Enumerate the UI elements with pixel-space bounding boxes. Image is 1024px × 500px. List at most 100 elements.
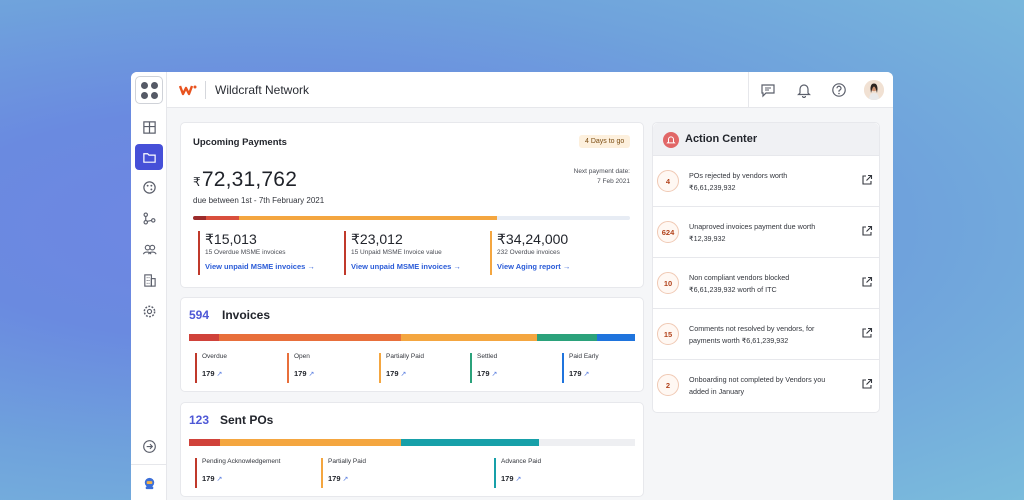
external-link-icon[interactable]: ↗: [217, 371, 223, 378]
stat-unpaid-msme: ₹23,012 15 Unpaid MSME Invoice value Vie…: [344, 231, 461, 275]
days-to-go-badge: 4 Days to go: [579, 135, 631, 148]
external-link-icon[interactable]: [861, 174, 873, 186]
external-link-icon[interactable]: [861, 225, 873, 237]
legend-item[interactable]: Overdue 179 ↗: [195, 353, 227, 383]
legend-label: Pending Acknowledgement: [202, 458, 281, 465]
external-link-icon[interactable]: ↗: [516, 476, 522, 483]
legend-value: 179 ↗: [294, 369, 315, 378]
upcoming-progress-bar: [193, 216, 630, 220]
chat-icon[interactable]: [760, 82, 776, 98]
workflow-icon[interactable]: [135, 205, 163, 231]
action-item[interactable]: 4 POs rejected by vendors worth ₹6,61,239,…: [653, 156, 879, 207]
pos-count: 123: [189, 413, 210, 427]
legend-line: [195, 458, 197, 488]
stat-amount: ₹15,013: [205, 231, 257, 247]
invoices-title: Invoices: [222, 308, 271, 322]
legend-item[interactable]: Partially Paid 179 ↗: [321, 458, 366, 488]
bot-icon[interactable]: [135, 470, 163, 496]
bar-segment: [596, 334, 635, 341]
external-link-icon[interactable]: [861, 276, 873, 288]
external-link-icon[interactable]: ↗: [343, 476, 349, 483]
legend-line: [562, 353, 564, 383]
legend-label: Paid Early: [569, 353, 599, 360]
next-payment-label: Next payment date:: [573, 168, 630, 175]
invoices-status-bar: [189, 334, 635, 341]
view-unpaid-msme-link-2[interactable]: View unpaid MSME invoices →: [351, 262, 461, 271]
apps-grid-icon[interactable]: [135, 76, 163, 104]
avatar[interactable]: [864, 80, 884, 100]
legend-value: 179 ↗: [477, 369, 498, 378]
legend-item[interactable]: Advance Paid 179 ↗: [494, 458, 541, 488]
external-link-icon[interactable]: ↗: [217, 476, 223, 483]
stat-desc: 15 Unpaid MSME Invoice value: [351, 249, 442, 256]
brand-separator: [205, 81, 206, 99]
bar-segment: [401, 334, 538, 341]
stat-amount: ₹34,24,000: [497, 231, 569, 247]
action-count-badge: 2: [657, 374, 679, 396]
action-item[interactable]: 10 Non compliant vendors blocked ₹6,61,239…: [653, 258, 879, 309]
view-unpaid-msme-link[interactable]: View unpaid MSME invoices →: [205, 262, 315, 271]
folder-icon[interactable]: [135, 144, 163, 170]
upcoming-amount: ₹72,31,762: [193, 168, 297, 192]
upcoming-payments-title: Upcoming Payments: [193, 137, 287, 148]
bar-segment: [189, 334, 219, 341]
action-text: Comments not resolved by vendors, for pay…: [689, 324, 815, 345]
legend-label: Open: [294, 353, 310, 360]
legend-value: 179 ↗: [386, 369, 407, 378]
stat-line: [344, 231, 346, 275]
settings-icon[interactable]: [135, 298, 163, 324]
building-icon[interactable]: [135, 267, 163, 293]
topbar: Wildcraft Network: [167, 72, 893, 108]
legend-line: [195, 353, 197, 383]
users-icon[interactable]: [135, 236, 163, 262]
help-icon[interactable]: [831, 82, 847, 98]
bell-icon[interactable]: [796, 82, 812, 98]
view-aging-report-link[interactable]: View Aging report →: [497, 262, 570, 271]
legend-value: 179 ↗: [202, 369, 223, 378]
action-center-title: Action Center: [685, 133, 758, 145]
action-count-badge: 10: [657, 272, 679, 294]
legend-line: [379, 353, 381, 383]
arrow-right-circle-icon[interactable]: [135, 433, 163, 459]
palette-icon[interactable]: [135, 174, 163, 200]
legend-item[interactable]: Pending Acknowledgement 179 ↗: [195, 458, 281, 488]
external-link-icon[interactable]: ↗: [584, 371, 590, 378]
bar-segment: [537, 334, 597, 341]
external-link-icon[interactable]: [861, 327, 873, 339]
stat-desc: 232 Overdue invoices: [497, 249, 560, 256]
next-payment: Next payment date: 7 Feb 2021: [574, 167, 630, 187]
legend-label: Settled: [477, 353, 498, 360]
bar-segment: [218, 334, 402, 341]
pos-title: Sent POs: [220, 413, 274, 427]
bar-segment: [189, 439, 221, 446]
bar-segment: [206, 216, 239, 220]
alert-bell-icon: [663, 132, 679, 148]
invoices-count: 594: [189, 308, 210, 322]
legend-item[interactable]: Partially Paid 179 ↗: [379, 353, 424, 383]
stat-desc: 15 Overdue MSME invoices: [205, 249, 286, 256]
legend-label: Partially Paid: [386, 353, 424, 360]
dashboard-icon[interactable]: [135, 114, 163, 140]
brand-name: Wildcraft Network: [215, 83, 310, 97]
legend-line: [287, 353, 289, 383]
action-item[interactable]: 15 Comments not resolved by vendors, for p…: [653, 309, 879, 360]
legend-item[interactable]: Paid Early 179 ↗: [562, 353, 599, 383]
external-link-icon[interactable]: ↗: [309, 371, 315, 378]
action-item[interactable]: 2 Onboarding not completed by Vendors you…: [653, 360, 879, 411]
external-link-icon[interactable]: ↗: [492, 371, 498, 378]
action-count-badge: 4: [657, 170, 679, 192]
stat-line: [198, 231, 200, 275]
legend-value: 179 ↗: [202, 474, 223, 483]
legend-item[interactable]: Open 179 ↗: [287, 353, 315, 383]
external-link-icon[interactable]: [861, 378, 873, 390]
legend-value: 179 ↗: [328, 474, 349, 483]
bar-segment: [238, 216, 497, 220]
legend-item[interactable]: Settled 179 ↗: [470, 353, 498, 383]
action-count-badge: 624: [657, 221, 679, 243]
action-text: Non compliant vendors blocked ₹6,61,239,9…: [689, 273, 790, 294]
bar-segment: [539, 439, 635, 446]
action-item[interactable]: 624 Unaproved invoices payment due worth ₹…: [653, 207, 879, 258]
invoices-card: 594 Invoices Overdue 179 ↗ Open 179 ↗ Partiall…: [180, 297, 644, 392]
external-link-icon[interactable]: ↗: [401, 371, 407, 378]
legend-line: [494, 458, 496, 488]
